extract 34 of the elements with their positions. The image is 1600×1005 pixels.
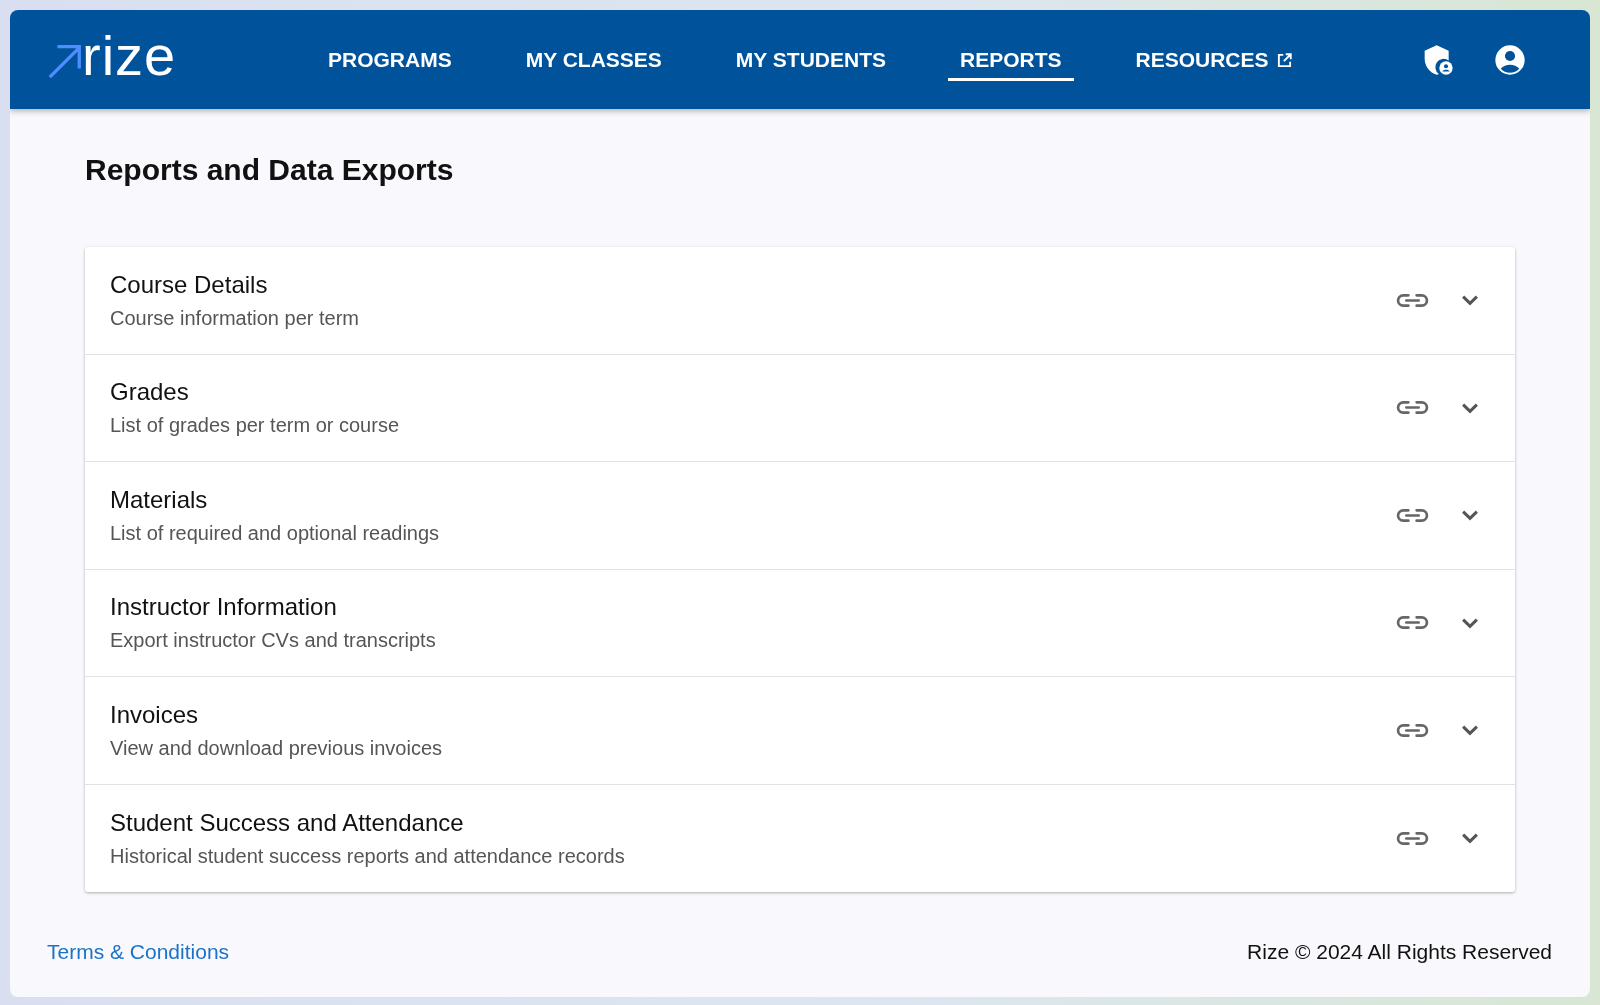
nav-tab[interactable]: MY CLASSES <box>513 38 674 81</box>
nav-tab[interactable]: PROGRAMS <box>316 38 464 81</box>
link-icon[interactable] <box>1396 399 1429 417</box>
report-row[interactable]: Course Details Course information per term <box>85 247 1515 355</box>
account-icon[interactable] <box>1494 43 1526 76</box>
copyright-text: Rize © 2024 All Rights Reserved <box>1247 940 1552 964</box>
nav-tab[interactable]: MY STUDENTS <box>723 38 898 81</box>
nav-tab[interactable]: RESOURCES <box>1123 38 1304 81</box>
nav-tab[interactable]: REPORTS <box>948 38 1074 81</box>
page-title: Reports and Data Exports <box>85 153 455 187</box>
link-icon[interactable] <box>1396 721 1429 739</box>
report-title: Course Details <box>110 270 269 299</box>
link-icon[interactable] <box>1396 291 1429 309</box>
report-title: Instructor Information <box>110 593 338 622</box>
report-description: Export instructor CVs and transcripts <box>110 629 437 653</box>
link-icon[interactable] <box>1396 506 1429 524</box>
report-title: Materials <box>110 485 209 514</box>
report-row[interactable]: Invoices View and download previous invoices <box>85 677 1515 785</box>
report-row[interactable]: Student Success and Attendance Historical student success reports and attendance records <box>85 784 1515 892</box>
terms-link[interactable]: Terms & Conditions <box>47 940 230 964</box>
report-title: Student Success and Attendance <box>110 808 465 837</box>
report-row[interactable]: Instructor Information Export instructor CVs and transcripts <box>85 569 1515 677</box>
shield-user-icon[interactable] <box>1422 43 1454 76</box>
report-description: Course information per term <box>110 306 360 330</box>
report-row[interactable]: Materials List of required and optional readings <box>85 462 1515 570</box>
report-title: Invoices <box>110 700 200 729</box>
report-description: View and download previous invoices <box>110 736 444 760</box>
report-row[interactable]: Grades List of grades per term or course <box>85 354 1515 462</box>
report-description: List of required and optional readings <box>110 521 441 545</box>
report-description: Historical student success reports and attendance records <box>110 844 626 868</box>
link-icon[interactable] <box>1396 829 1429 847</box>
link-icon[interactable] <box>1396 614 1429 632</box>
report-description: List of grades per term or course <box>110 414 400 438</box>
report-title: Grades <box>110 378 190 407</box>
